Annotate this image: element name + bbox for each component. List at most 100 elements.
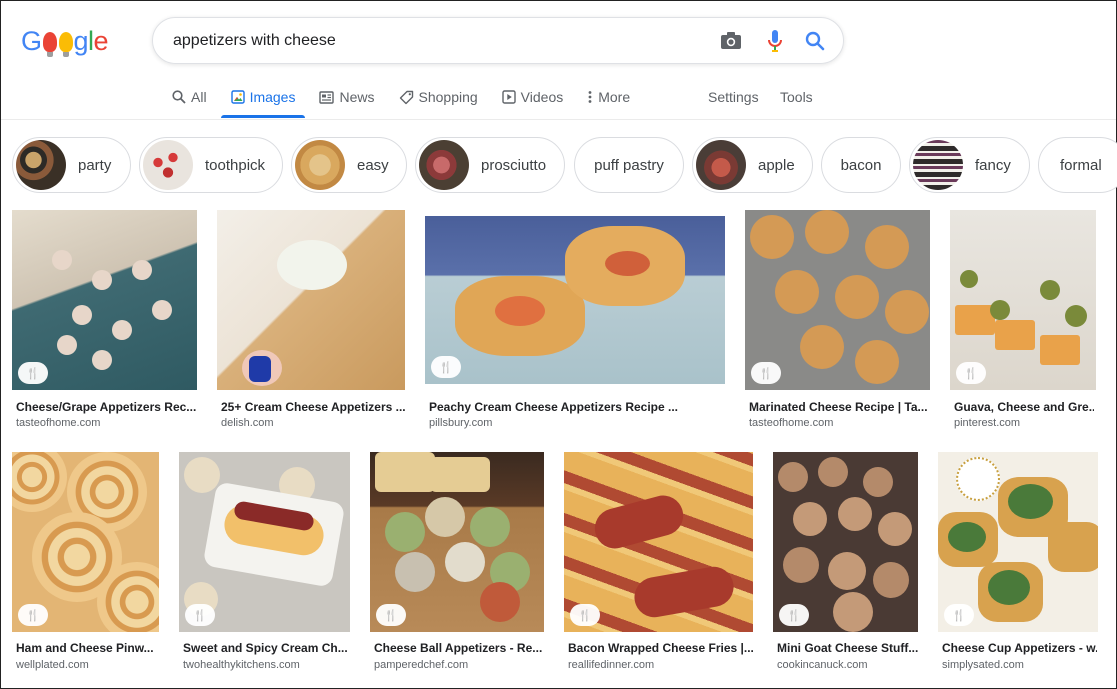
chip-label: formal — [1060, 156, 1102, 174]
tab-news[interactable]: News — [319, 86, 375, 108]
fork-knife-icon: 🍴 — [193, 609, 207, 622]
result-card[interactable]: 🍴 Sweet and Spicy Cream Ch... twohealthy… — [179, 452, 350, 677]
chip-toothpick[interactable]: toothpick — [139, 137, 283, 193]
recipe-badge: 🍴 — [18, 604, 48, 626]
result-source[interactable]: reallifedinner.com — [568, 659, 654, 671]
tab-label: Images — [249, 89, 296, 105]
recipe-badge: 🍴 — [431, 356, 461, 378]
tab-label: Videos — [520, 89, 564, 105]
fork-knife-icon: 🍴 — [439, 361, 453, 374]
microphone-icon[interactable] — [763, 29, 787, 53]
chip-label: easy — [357, 156, 389, 174]
google-logo[interactable]: Ggle — [21, 27, 109, 57]
tab-images[interactable]: Images — [220, 86, 306, 118]
result-title[interactable]: Sweet and Spicy Cream Ch... — [183, 641, 349, 655]
chip-bacon[interactable]: bacon — [821, 137, 901, 193]
chip-label: puff pastry — [594, 156, 664, 174]
fork-knife-icon: 🍴 — [26, 609, 40, 622]
chip-formal[interactable]: formal — [1038, 137, 1117, 193]
result-source[interactable]: pamperedchef.com — [374, 659, 468, 671]
result-source[interactable]: tasteofhome.com — [16, 417, 100, 429]
result-card[interactable]: 🍴 Marinated Cheese Recipe | Ta... tasteo… — [745, 210, 930, 430]
result-title[interactable]: 25+ Cream Cheese Appetizers ... — [221, 400, 407, 414]
result-title[interactable]: Peachy Cream Cheese Appetizers Recipe ..… — [429, 400, 725, 414]
result-source[interactable]: pinterest.com — [954, 417, 1020, 429]
image-icon — [230, 90, 245, 104]
result-image[interactable]: 🍴 — [425, 216, 725, 384]
chip-puff-pastry[interactable]: puff pastry — [574, 137, 684, 193]
search-icon[interactable] — [803, 29, 827, 53]
result-image[interactable]: 🍴 — [950, 210, 1096, 390]
result-title[interactable]: Ham and Cheese Pinw... — [16, 641, 158, 655]
chip-fancy[interactable]: fancy — [909, 137, 1030, 193]
result-title[interactable]: Guava, Cheese and Gre... — [954, 400, 1094, 414]
chip-party[interactable]: party — [12, 137, 131, 193]
result-title[interactable]: Cheese/Grape Appetizers Rec... — [16, 400, 196, 414]
result-source[interactable]: wellplated.com — [16, 659, 89, 671]
chip-apple[interactable]: apple — [692, 137, 813, 193]
tab-shopping[interactable]: Shopping — [399, 86, 478, 108]
result-title[interactable]: Cheese Ball Appetizers - Re... — [374, 641, 544, 655]
search-tabs: All Images News Shopping Videos More — [172, 86, 654, 120]
result-image[interactable]: 🍴 — [745, 210, 930, 390]
fork-knife-icon: 🍴 — [578, 609, 592, 622]
result-card[interactable]: 🍴 Bacon Wrapped Cheese Fries |... realli… — [564, 452, 753, 677]
tab-more[interactable]: More — [587, 86, 630, 108]
search-input[interactable] — [173, 30, 693, 52]
tab-label: All — [191, 89, 207, 105]
tab-label: News — [339, 89, 375, 105]
result-card[interactable]: 🍴 Cheese/Grape Appetizers Rec... tasteof… — [12, 210, 197, 430]
result-title[interactable]: Cheese Cup Appetizers - w... — [942, 641, 1097, 655]
result-title[interactable]: Mini Goat Cheese Stuff... — [777, 641, 918, 655]
chip-thumbnail — [143, 140, 193, 190]
result-card[interactable]: 🍴 Mini Goat Cheese Stuff... cookincanuck… — [773, 452, 918, 677]
chip-thumbnail — [913, 140, 963, 190]
chip-easy[interactable]: easy — [291, 137, 407, 193]
chip-thumbnail — [16, 140, 66, 190]
result-image[interactable]: 🍴 — [773, 452, 918, 632]
result-card[interactable]: 🍴 Guava, Cheese and Gre... pinterest.com — [950, 210, 1096, 430]
result-source[interactable]: pillsbury.com — [429, 417, 492, 429]
result-source[interactable]: tasteofhome.com — [749, 417, 833, 429]
chip-label: toothpick — [205, 156, 266, 174]
header-divider — [1, 119, 1116, 120]
fork-knife-icon: 🍴 — [787, 609, 801, 622]
result-card[interactable]: 🍴 Peachy Cream Cheese Appetizers Recipe … — [425, 210, 725, 430]
chip-thumbnail — [696, 140, 746, 190]
play-icon — [501, 90, 516, 104]
tab-videos[interactable]: Videos — [501, 86, 564, 108]
result-card[interactable]: 🍴 Cheese Ball Appetizers - Re... pampere… — [370, 452, 544, 677]
result-card[interactable]: 🍴 Ham and Cheese Pinw... wellplated.com — [12, 452, 159, 677]
recipe-badge: 🍴 — [185, 604, 215, 626]
tab-all[interactable]: All — [172, 86, 207, 108]
result-image[interactable]: 🍴 — [12, 210, 197, 390]
fork-knife-icon: 🍴 — [384, 609, 398, 622]
search-icon — [172, 90, 186, 104]
tab-label: More — [598, 89, 631, 105]
tools-link[interactable]: Tools — [780, 86, 813, 108]
result-source[interactable]: delish.com — [221, 417, 274, 429]
result-image[interactable]: 🍴 — [564, 452, 753, 632]
recipe-badge: 🍴 — [944, 604, 974, 626]
chip-prosciutto[interactable]: prosciutto — [415, 137, 565, 193]
kebab-icon — [587, 90, 593, 104]
settings-link[interactable]: Settings — [708, 86, 759, 108]
result-card[interactable]: 🍴 Cheese Cup Appetizers - w... simplysat… — [938, 452, 1098, 677]
fork-knife-icon: 🍴 — [26, 367, 40, 380]
result-source[interactable]: simplysated.com — [942, 659, 1024, 671]
result-source[interactable]: twohealthykitchens.com — [183, 659, 300, 671]
result-image[interactable]: 🍴 — [938, 452, 1098, 632]
result-image[interactable] — [217, 210, 405, 390]
result-title[interactable]: Marinated Cheese Recipe | Ta... — [749, 400, 929, 414]
recipe-badge: 🍴 — [751, 362, 781, 384]
result-image[interactable]: 🍴 — [370, 452, 544, 632]
camera-icon[interactable] — [719, 29, 743, 53]
fork-knife-icon: 🍴 — [952, 609, 966, 622]
result-image[interactable]: 🍴 — [12, 452, 159, 632]
result-source[interactable]: cookincanuck.com — [777, 659, 868, 671]
chip-thumbnail — [295, 140, 345, 190]
result-card[interactable]: 25+ Cream Cheese Appetizers ... delish.c… — [217, 210, 407, 430]
result-title[interactable]: Bacon Wrapped Cheese Fries |... — [568, 641, 753, 655]
result-image[interactable]: 🍴 — [179, 452, 350, 632]
recipe-badge: 🍴 — [779, 604, 809, 626]
